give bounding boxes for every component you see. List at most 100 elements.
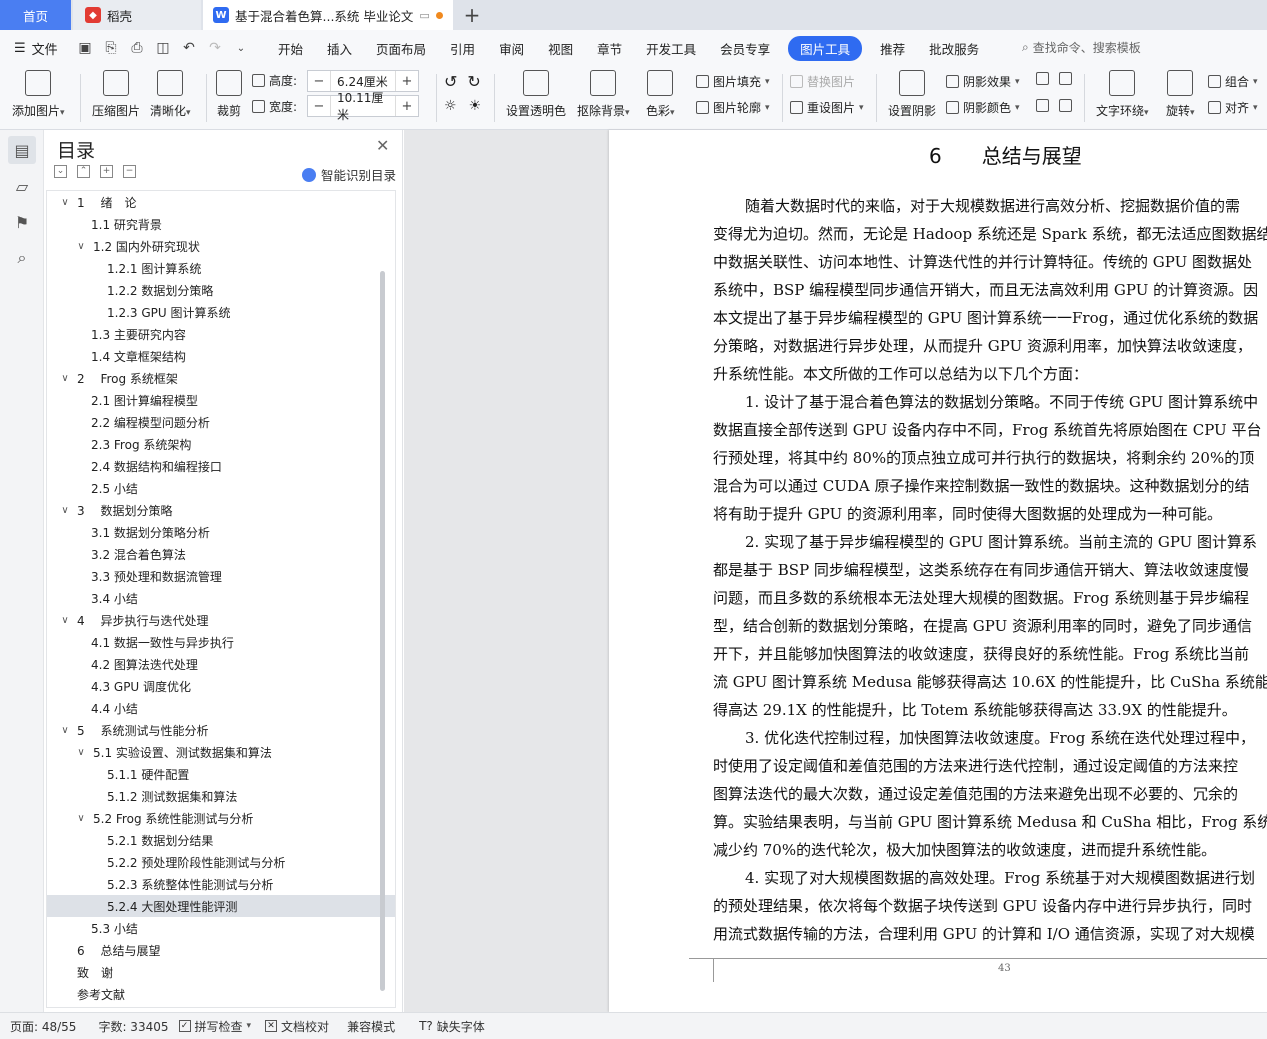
spell-check-button[interactable]: ✓ 拼写检查 ▾	[178, 1018, 251, 1035]
more-chevron-icon[interactable]: ⌄	[232, 43, 250, 54]
add-picture-button[interactable]: 添加图片▾	[12, 70, 65, 119]
toc-item[interactable]: ∨ 2 Frog 系统框架	[47, 367, 395, 389]
chevron-down-icon[interactable]: ∨	[59, 197, 71, 208]
collapse-all-icon[interactable]: ⌃	[77, 165, 90, 178]
chevron-down-icon[interactable]: ∨	[75, 813, 87, 824]
menu-item-developer[interactable]: 开发工具	[634, 39, 708, 58]
toc-item[interactable]: 5.2.3 系统整体性能测试与分析	[47, 873, 395, 895]
crop-button[interactable]: 裁剪	[216, 70, 242, 119]
text-wrap-button[interactable]: 文字环绕▾	[1096, 70, 1149, 119]
toc-item[interactable]: 4.3 GPU 调度优化	[47, 675, 395, 697]
menu-item-member[interactable]: 会员专享	[708, 39, 782, 58]
toc-item[interactable]: 1.1 研究背景	[47, 213, 395, 235]
toc-item[interactable]: 4.2 图算法迭代处理	[47, 653, 395, 675]
chevron-down-icon[interactable]: ∨	[75, 241, 87, 252]
compat-mode[interactable]: 兼容模式	[347, 1018, 395, 1035]
toc-item[interactable]: ∨ 5.2 Frog 系统性能测试与分析	[47, 807, 395, 829]
toc-item[interactable]: 6 总结与展望	[47, 939, 395, 961]
add-heading-icon[interactable]: +	[100, 165, 113, 178]
align-button[interactable]: 对齐 ▾	[1208, 99, 1258, 116]
brightness-down-icon[interactable]: ☀	[469, 98, 482, 114]
toc-item[interactable]: ∨ 5.1 实验设置、测试数据集和算法	[47, 741, 395, 763]
nudge-shadow-left-icon[interactable]	[1036, 99, 1049, 112]
toc-item[interactable]: 5.2.1 数据划分结果	[47, 829, 395, 851]
menu-item-references[interactable]: 引用	[438, 39, 487, 58]
tab-daoke[interactable]: ◆ 稻壳	[73, 0, 201, 30]
menu-item-picture-tools[interactable]: 图片工具	[788, 35, 863, 61]
toc-item[interactable]: 5.1.1 硬件配置	[47, 763, 395, 785]
close-icon[interactable]: ✕	[376, 136, 389, 155]
toc-item[interactable]: 3.4 小结	[47, 587, 395, 609]
toc-item[interactable]: ∨ 4 异步执行与迭代处理	[47, 609, 395, 631]
toc-item[interactable]: ∨ 3 数据划分策略	[47, 499, 395, 521]
toc-view-icon[interactable]: ▤	[8, 136, 36, 164]
toc-item[interactable]: 1.2.3 GPU 图计算系统	[47, 301, 395, 323]
toc-item[interactable]: 2.4 数据结构和编程接口	[47, 455, 395, 477]
group-button[interactable]: 组合 ▾	[1208, 73, 1258, 90]
shadow-effect-button[interactable]: 阴影效果 ▾	[946, 73, 1020, 90]
tab-document[interactable]: W 基于混合着色算...系统 毕业论文 ▭	[203, 0, 453, 30]
remove-background-button[interactable]: 抠除背景▾	[577, 70, 630, 119]
width-decrease-button[interactable]: −	[308, 99, 330, 114]
toc-item[interactable]: 3.3 预处理和数据流管理	[47, 565, 395, 587]
toc-item[interactable]: 1.2.2 数据划分策略	[47, 279, 395, 301]
remove-heading-icon[interactable]: −	[123, 165, 136, 178]
file-menu-button[interactable]: ☰ 文件	[0, 39, 72, 58]
save-icon[interactable]: ▣	[76, 40, 94, 56]
height-decrease-button[interactable]: −	[308, 74, 330, 89]
toc-item[interactable]: 2.2 编程模型问题分析	[47, 411, 395, 433]
chapter-nav-icon[interactable]: ▱	[8, 172, 36, 200]
page-count[interactable]: 页面: 48/55	[10, 1018, 76, 1035]
menu-item-view[interactable]: 视图	[536, 39, 585, 58]
toc-item[interactable]: 3.2 混合着色算法	[47, 543, 395, 565]
toc-item[interactable]: 5.2.2 预处理阶段性能测试与分析	[47, 851, 395, 873]
smart-toc-button[interactable]: 智能识别目录	[302, 165, 396, 184]
rotate-button[interactable]: 旋转▾	[1166, 70, 1195, 119]
toc-item[interactable]: 2.3 Frog 系统架构	[47, 433, 395, 455]
document-page[interactable]: 6 总结与展望 随着大数据时代的来临，对于大规模数据进行高效分析、挖掘数据价值的…	[609, 130, 1267, 1012]
nudge-shadow-right-icon[interactable]	[1059, 99, 1072, 112]
shadow-color-button[interactable]: 阴影颜色 ▾	[946, 99, 1020, 116]
toc-item[interactable]: 4.1 数据一致性与异步执行	[47, 631, 395, 653]
toc-item[interactable]: 参考文献	[47, 983, 395, 1005]
toc-item[interactable]: 1.3 主要研究内容	[47, 323, 395, 345]
find-icon[interactable]: ⌕	[8, 244, 36, 272]
chevron-down-icon[interactable]: ∨	[59, 725, 71, 736]
height-value[interactable]: 6.24厘米	[330, 71, 396, 91]
sharpen-button[interactable]: 清晰化▾	[150, 70, 191, 119]
toc-item[interactable]: 5.1.2 测试数据集和算法	[47, 785, 395, 807]
menu-item-correction[interactable]: 批改服务	[917, 39, 991, 58]
nudge-shadow-down-icon[interactable]	[1059, 72, 1072, 85]
print-preview-icon[interactable]: ◫	[154, 40, 172, 56]
chevron-down-icon[interactable]: ∨	[59, 615, 71, 626]
brightness-up-icon[interactable]: ☼	[444, 98, 457, 114]
width-value[interactable]: 10.11厘米	[330, 91, 396, 122]
width-increase-button[interactable]: +	[396, 99, 418, 114]
toc-item[interactable]: 2.5 小结	[47, 477, 395, 499]
export-icon[interactable]: ⎘	[102, 40, 120, 56]
chevron-down-icon[interactable]: ∨	[75, 747, 87, 758]
new-tab-button[interactable]: +	[460, 0, 484, 30]
toc-item[interactable]: ∨ 1.2 国内外研究现状	[47, 235, 395, 257]
width-stepper[interactable]: − 10.11厘米 +	[307, 91, 419, 122]
expand-all-icon[interactable]: ⌄	[54, 165, 67, 178]
tab-home[interactable]: 首页	[0, 0, 71, 30]
toc-item[interactable]: 4.4 小结	[47, 697, 395, 719]
set-transparent-button[interactable]: 设置透明色	[506, 70, 566, 119]
picture-fill-button[interactable]: 图片填充 ▾	[696, 73, 770, 90]
menu-item-start[interactable]: 开始	[266, 39, 315, 58]
menu-item-review[interactable]: 审阅	[487, 39, 536, 58]
compress-picture-button[interactable]: 压缩图片	[92, 70, 140, 119]
redo-icon[interactable]: ↷	[206, 40, 224, 56]
color-button[interactable]: 色彩▾	[646, 70, 675, 119]
menu-item-insert[interactable]: 插入	[315, 39, 364, 58]
rotate-right-icon[interactable]: ↻	[467, 72, 480, 91]
nudge-shadow-up-icon[interactable]	[1036, 72, 1049, 85]
replace-picture-button[interactable]: 替换图片	[790, 73, 855, 90]
toc-item[interactable]: 致 谢	[47, 961, 395, 983]
word-count[interactable]: 字数: 33405	[98, 1018, 168, 1035]
toc-item[interactable]: ∨ 5 系统测试与性能分析	[47, 719, 395, 741]
set-shadow-button[interactable]: 设置阴影	[888, 70, 936, 119]
toc-scrollbar[interactable]	[380, 271, 385, 991]
menu-item-recommend[interactable]: 推荐	[868, 39, 917, 58]
